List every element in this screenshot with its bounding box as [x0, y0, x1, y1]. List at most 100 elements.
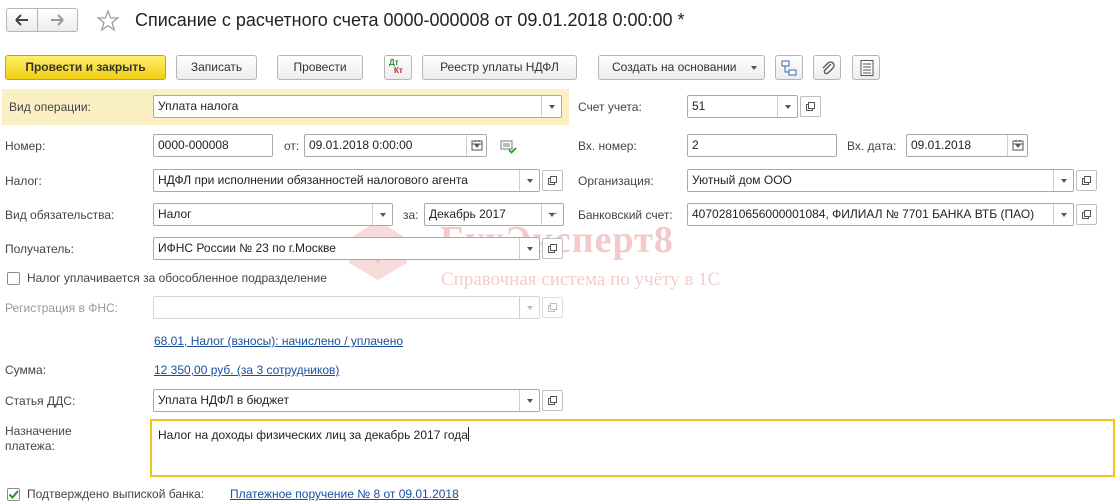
payment-order-link[interactable]: Платежное поручение № 8 от 09.01.2018 — [230, 487, 459, 501]
back-button[interactable] — [6, 8, 38, 32]
kt-label: Кт — [394, 66, 403, 75]
fns-registration-label: Регистрация в ФНС: — [5, 301, 118, 315]
operation-type-select[interactable]: Уплата налога — [153, 95, 562, 118]
favorite-star-icon[interactable] — [96, 9, 120, 33]
fns-registration-open-button — [542, 297, 563, 318]
list-icon — [860, 60, 874, 76]
period-dots: ... — [547, 203, 558, 217]
chevron-down-icon — [751, 66, 757, 70]
chevron-down-icon[interactable] — [1053, 204, 1073, 225]
date-input[interactable]: 09.01.2018 0:00:00 — [304, 134, 487, 157]
chevron-down-icon[interactable] — [1053, 170, 1073, 191]
account-value: 51 — [692, 99, 706, 113]
number-input[interactable]: 0000-000008 — [153, 134, 273, 157]
paperclip-icon — [822, 61, 835, 75]
incoming-number-input[interactable]: 2 — [687, 134, 837, 157]
dds-label: Статья ДДС: — [5, 394, 76, 408]
chevron-down-icon — [519, 297, 539, 318]
text-cursor — [467, 427, 469, 441]
dt-kt-button[interactable]: Дт Кт — [384, 55, 412, 80]
chevron-down-icon[interactable] — [519, 238, 539, 259]
bank-account-select[interactable]: 40702810656000001084, ФИЛИАЛ № 7701 БАНК… — [687, 203, 1074, 226]
post-button[interactable]: Провести — [277, 55, 363, 80]
number-label: Номер: — [5, 139, 46, 153]
accrued-paid-link[interactable]: 68.01, Налог (взносы): начислено / уплач… — [154, 334, 403, 348]
chevron-down-icon[interactable] — [519, 170, 539, 191]
incoming-date-value: 09.01.2018 — [911, 138, 972, 152]
date-value: 09.01.2018 0:00:00 — [309, 138, 413, 152]
open-icon — [806, 102, 815, 111]
open-icon — [548, 303, 557, 312]
tax-label: Налог: — [5, 174, 42, 188]
separate-unit-checkbox[interactable] — [7, 272, 20, 285]
bank-account-value: 40702810656000001084, ФИЛИАЛ № 7701 БАНК… — [692, 207, 1035, 221]
print-list-button[interactable] — [852, 55, 880, 80]
calendar-button[interactable] — [466, 135, 486, 156]
organization-label: Организация: — [578, 174, 654, 188]
purpose-label-line2: платежа: — [5, 439, 55, 453]
watermark-tagline: Справочная система по учёту в 1С — [441, 269, 721, 290]
post-and-close-button[interactable]: Провести и закрыть — [5, 55, 166, 80]
date-from-label: от: — [284, 139, 300, 153]
comment-check-icon[interactable] — [500, 139, 518, 155]
bank-account-open-button[interactable] — [1076, 204, 1097, 225]
calendar-button[interactable] — [1007, 135, 1027, 156]
registry-ndfl-button[interactable]: Реестр уплаты НДФЛ — [422, 55, 577, 80]
operation-type-value: Уплата налога — [158, 99, 239, 113]
organization-value: Уютный дом ООО — [692, 173, 792, 187]
dds-select[interactable]: Уплата НДФЛ в бюджет — [153, 389, 540, 412]
purpose-value: Налог на доходы физических лиц за декабр… — [158, 428, 468, 442]
chevron-down-icon[interactable] — [777, 96, 797, 117]
save-button[interactable]: Записать — [176, 55, 257, 80]
organization-open-button[interactable] — [1076, 170, 1097, 191]
operation-type-label: Вид операции: — [9, 100, 91, 114]
structure-button[interactable] — [775, 55, 803, 80]
recipient-select[interactable]: ИФНС России № 23 по г.Москве — [153, 237, 540, 260]
checkmark-icon — [8, 490, 19, 499]
create-based-on-button[interactable]: Создать на основании — [598, 55, 765, 80]
account-label: Счет учета: — [578, 100, 642, 114]
arrow-left-icon — [15, 14, 28, 26]
recipient-open-button[interactable] — [542, 238, 563, 259]
obligation-value: Налог — [158, 207, 192, 221]
period-value: Декабрь 2017 — [429, 207, 506, 221]
tax-value: НДФЛ при исполнении обязанностей налогов… — [158, 173, 468, 187]
forward-button[interactable] — [38, 8, 78, 32]
attach-files-button[interactable] — [813, 55, 841, 80]
recipient-value: ИФНС России № 23 по г.Москве — [158, 241, 336, 255]
dds-open-button[interactable] — [542, 390, 563, 411]
amount-label: Сумма: — [5, 363, 47, 377]
amount-link[interactable]: 12 350,00 руб. (за 3 сотрудников) — [154, 363, 339, 377]
obligation-select[interactable]: Налог — [153, 203, 393, 226]
recipient-label: Получатель: — [5, 242, 74, 256]
bank-account-label: Банковский счет: — [578, 208, 673, 222]
chevron-down-icon[interactable] — [519, 390, 539, 411]
period-for-label: за: — [403, 208, 419, 222]
separate-unit-label[interactable]: Налог уплачивается за обособленное подра… — [27, 271, 327, 285]
tax-select[interactable]: НДФЛ при исполнении обязанностей налогов… — [153, 169, 540, 192]
arrow-right-icon — [51, 14, 64, 26]
calendar-icon — [1012, 140, 1024, 151]
dt-kt-icon: Дт Кт — [389, 59, 403, 75]
incoming-date-label: Вх. дата: — [847, 139, 897, 153]
calendar-icon — [471, 140, 483, 151]
period-input[interactable]: Декабрь 2017 ... — [424, 203, 564, 226]
tax-open-button[interactable] — [542, 170, 563, 191]
organization-select[interactable]: Уютный дом ООО — [687, 169, 1074, 192]
incoming-number-label: Вх. номер: — [578, 139, 637, 153]
chevron-down-icon[interactable] — [541, 96, 561, 117]
page-title: Списание с расчетного счета 0000-000008 … — [135, 10, 685, 30]
period-choose-button[interactable]: ... — [541, 204, 563, 225]
account-select[interactable]: 51 — [687, 95, 798, 118]
incoming-date-input[interactable]: 09.01.2018 — [906, 134, 1028, 157]
hierarchy-icon — [781, 60, 797, 76]
open-icon — [548, 244, 557, 253]
fns-registration-select — [153, 296, 540, 319]
account-open-button[interactable] — [800, 96, 821, 117]
open-icon — [1082, 176, 1091, 185]
open-icon — [548, 396, 557, 405]
bank-confirmed-checkbox[interactable] — [7, 488, 20, 501]
purpose-textarea[interactable]: Налог на доходы физических лиц за декабр… — [150, 419, 1115, 477]
dds-value: Уплата НДФЛ в бюджет — [158, 393, 289, 407]
chevron-down-icon[interactable] — [372, 204, 392, 225]
